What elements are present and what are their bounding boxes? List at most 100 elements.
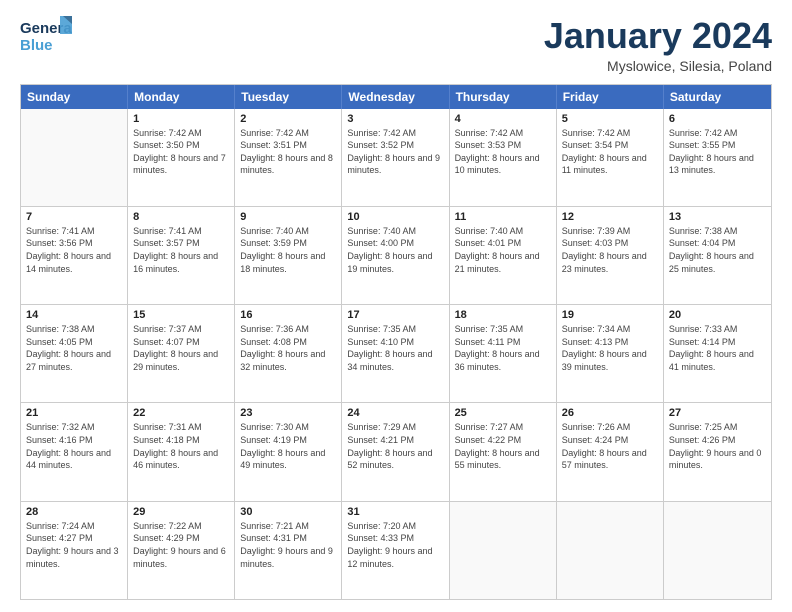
day-info: Sunrise: 7:37 AM Sunset: 4:07 PM Dayligh… <box>133 323 229 373</box>
sunrise-text: Sunrise: 7:37 AM <box>133 323 229 336</box>
sunset-text: Sunset: 4:11 PM <box>455 336 551 349</box>
day-info: Sunrise: 7:41 AM Sunset: 3:57 PM Dayligh… <box>133 225 229 275</box>
sunrise-text: Sunrise: 7:35 AM <box>455 323 551 336</box>
day-number: 18 <box>455 309 551 321</box>
day-info: Sunrise: 7:35 AM Sunset: 4:11 PM Dayligh… <box>455 323 551 373</box>
day-number: 4 <box>455 113 551 125</box>
cal-cell-3-5: 26 Sunrise: 7:26 AM Sunset: 4:24 PM Dayl… <box>557 403 664 500</box>
sunset-text: Sunset: 4:10 PM <box>347 336 443 349</box>
sunrise-text: Sunrise: 7:21 AM <box>240 520 336 533</box>
day-info: Sunrise: 7:41 AM Sunset: 3:56 PM Dayligh… <box>26 225 122 275</box>
day-number: 1 <box>133 113 229 125</box>
header-monday: Monday <box>128 85 235 109</box>
header-tuesday: Tuesday <box>235 85 342 109</box>
sunset-text: Sunset: 4:33 PM <box>347 532 443 545</box>
cal-cell-4-1: 29 Sunrise: 7:22 AM Sunset: 4:29 PM Dayl… <box>128 502 235 599</box>
sunrise-text: Sunrise: 7:39 AM <box>562 225 658 238</box>
day-info: Sunrise: 7:24 AM Sunset: 4:27 PM Dayligh… <box>26 520 122 570</box>
sunrise-text: Sunrise: 7:31 AM <box>133 421 229 434</box>
day-number: 2 <box>240 113 336 125</box>
daylight-text: Daylight: 8 hours and 19 minutes. <box>347 250 443 275</box>
sunset-text: Sunset: 4:18 PM <box>133 434 229 447</box>
day-number: 10 <box>347 211 443 223</box>
day-number: 20 <box>669 309 766 321</box>
sunset-text: Sunset: 4:24 PM <box>562 434 658 447</box>
cal-cell-1-3: 10 Sunrise: 7:40 AM Sunset: 4:00 PM Dayl… <box>342 207 449 304</box>
day-number: 25 <box>455 407 551 419</box>
daylight-text: Daylight: 8 hours and 11 minutes. <box>562 152 658 177</box>
sunset-text: Sunset: 3:54 PM <box>562 139 658 152</box>
cal-cell-2-5: 19 Sunrise: 7:34 AM Sunset: 4:13 PM Dayl… <box>557 305 664 402</box>
sunrise-text: Sunrise: 7:35 AM <box>347 323 443 336</box>
cal-row-2: 14 Sunrise: 7:38 AM Sunset: 4:05 PM Dayl… <box>21 305 771 403</box>
cal-cell-0-1: 1 Sunrise: 7:42 AM Sunset: 3:50 PM Dayli… <box>128 109 235 206</box>
day-info: Sunrise: 7:35 AM Sunset: 4:10 PM Dayligh… <box>347 323 443 373</box>
sunrise-text: Sunrise: 7:38 AM <box>669 225 766 238</box>
day-info: Sunrise: 7:42 AM Sunset: 3:52 PM Dayligh… <box>347 127 443 177</box>
daylight-text: Daylight: 8 hours and 57 minutes. <box>562 447 658 472</box>
cal-cell-2-6: 20 Sunrise: 7:33 AM Sunset: 4:14 PM Dayl… <box>664 305 771 402</box>
daylight-text: Daylight: 9 hours and 6 minutes. <box>133 545 229 570</box>
location: Myslowice, Silesia, Poland <box>544 58 772 74</box>
cal-cell-0-6: 6 Sunrise: 7:42 AM Sunset: 3:55 PM Dayli… <box>664 109 771 206</box>
daylight-text: Daylight: 8 hours and 10 minutes. <box>455 152 551 177</box>
sunset-text: Sunset: 3:57 PM <box>133 237 229 250</box>
sunrise-text: Sunrise: 7:29 AM <box>347 421 443 434</box>
sunset-text: Sunset: 4:05 PM <box>26 336 122 349</box>
cal-cell-1-1: 8 Sunrise: 7:41 AM Sunset: 3:57 PM Dayli… <box>128 207 235 304</box>
cal-cell-0-2: 2 Sunrise: 7:42 AM Sunset: 3:51 PM Dayli… <box>235 109 342 206</box>
daylight-text: Daylight: 8 hours and 34 minutes. <box>347 348 443 373</box>
cal-cell-0-3: 3 Sunrise: 7:42 AM Sunset: 3:52 PM Dayli… <box>342 109 449 206</box>
day-number: 28 <box>26 506 122 518</box>
sunrise-text: Sunrise: 7:36 AM <box>240 323 336 336</box>
day-info: Sunrise: 7:30 AM Sunset: 4:19 PM Dayligh… <box>240 421 336 471</box>
sunrise-text: Sunrise: 7:22 AM <box>133 520 229 533</box>
daylight-text: Daylight: 8 hours and 32 minutes. <box>240 348 336 373</box>
day-info: Sunrise: 7:20 AM Sunset: 4:33 PM Dayligh… <box>347 520 443 570</box>
sunrise-text: Sunrise: 7:38 AM <box>26 323 122 336</box>
sunset-text: Sunset: 4:16 PM <box>26 434 122 447</box>
day-number: 6 <box>669 113 766 125</box>
day-number: 3 <box>347 113 443 125</box>
day-number: 21 <box>26 407 122 419</box>
daylight-text: Daylight: 9 hours and 9 minutes. <box>240 545 336 570</box>
sunset-text: Sunset: 3:52 PM <box>347 139 443 152</box>
day-info: Sunrise: 7:31 AM Sunset: 4:18 PM Dayligh… <box>133 421 229 471</box>
cal-cell-1-6: 13 Sunrise: 7:38 AM Sunset: 4:04 PM Dayl… <box>664 207 771 304</box>
day-info: Sunrise: 7:36 AM Sunset: 4:08 PM Dayligh… <box>240 323 336 373</box>
cal-cell-0-0 <box>21 109 128 206</box>
sunset-text: Sunset: 4:04 PM <box>669 237 766 250</box>
cal-cell-3-0: 21 Sunrise: 7:32 AM Sunset: 4:16 PM Dayl… <box>21 403 128 500</box>
sunset-text: Sunset: 4:01 PM <box>455 237 551 250</box>
day-number: 29 <box>133 506 229 518</box>
day-info: Sunrise: 7:29 AM Sunset: 4:21 PM Dayligh… <box>347 421 443 471</box>
sunset-text: Sunset: 3:59 PM <box>240 237 336 250</box>
sunrise-text: Sunrise: 7:33 AM <box>669 323 766 336</box>
daylight-text: Daylight: 8 hours and 14 minutes. <box>26 250 122 275</box>
sunrise-text: Sunrise: 7:34 AM <box>562 323 658 336</box>
daylight-text: Daylight: 8 hours and 13 minutes. <box>669 152 766 177</box>
sunrise-text: Sunrise: 7:30 AM <box>240 421 336 434</box>
sunset-text: Sunset: 4:14 PM <box>669 336 766 349</box>
cal-row-1: 7 Sunrise: 7:41 AM Sunset: 3:56 PM Dayli… <box>21 207 771 305</box>
sunset-text: Sunset: 4:03 PM <box>562 237 658 250</box>
sunrise-text: Sunrise: 7:40 AM <box>347 225 443 238</box>
svg-text:Blue: Blue <box>20 37 53 54</box>
sunset-text: Sunset: 4:31 PM <box>240 532 336 545</box>
cal-cell-2-1: 15 Sunrise: 7:37 AM Sunset: 4:07 PM Dayl… <box>128 305 235 402</box>
cal-cell-3-3: 24 Sunrise: 7:29 AM Sunset: 4:21 PM Dayl… <box>342 403 449 500</box>
day-number: 23 <box>240 407 336 419</box>
daylight-text: Daylight: 8 hours and 9 minutes. <box>347 152 443 177</box>
cal-cell-1-0: 7 Sunrise: 7:41 AM Sunset: 3:56 PM Dayli… <box>21 207 128 304</box>
sunrise-text: Sunrise: 7:25 AM <box>669 421 766 434</box>
day-number: 30 <box>240 506 336 518</box>
cal-cell-4-2: 30 Sunrise: 7:21 AM Sunset: 4:31 PM Dayl… <box>235 502 342 599</box>
sunset-text: Sunset: 4:19 PM <box>240 434 336 447</box>
day-info: Sunrise: 7:32 AM Sunset: 4:16 PM Dayligh… <box>26 421 122 471</box>
daylight-text: Daylight: 8 hours and 36 minutes. <box>455 348 551 373</box>
day-number: 31 <box>347 506 443 518</box>
day-info: Sunrise: 7:21 AM Sunset: 4:31 PM Dayligh… <box>240 520 336 570</box>
calendar-body: 1 Sunrise: 7:42 AM Sunset: 3:50 PM Dayli… <box>21 109 771 599</box>
sunset-text: Sunset: 4:29 PM <box>133 532 229 545</box>
day-number: 11 <box>455 211 551 223</box>
